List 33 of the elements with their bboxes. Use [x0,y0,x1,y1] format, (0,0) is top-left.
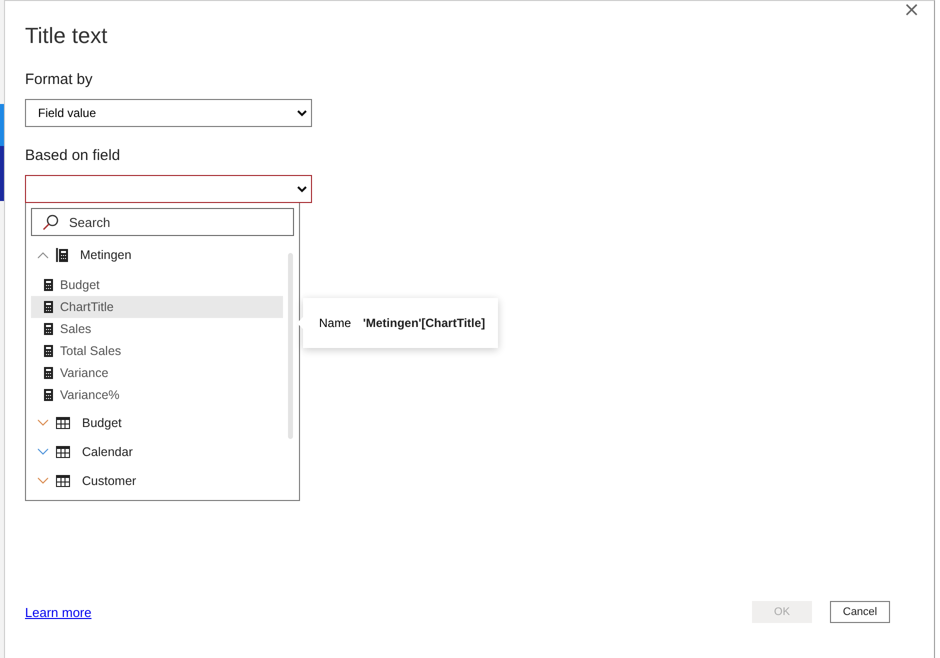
calculator-icon [44,323,53,335]
field-item[interactable]: Variance [31,362,283,384]
format-by-dropdown[interactable]: Field value [25,99,312,127]
tooltip-value: 'Metingen'[ChartTitle] [363,316,486,330]
chevron-down-icon [297,186,307,192]
dialog-title: Title text [25,23,108,49]
tree-group[interactable]: Customer [31,466,294,495]
cancel-button[interactable]: Cancel [830,601,890,623]
close-button[interactable]: × [903,0,920,21]
field-label: Format by [25,71,94,88]
field-item[interactable]: Variance% [31,384,283,406]
table-icon [56,446,70,458]
field-label: Based on field [25,147,122,164]
field-dropdown[interactable] [25,175,312,203]
tree-group[interactable]: Budget [31,408,294,437]
table-icon [56,416,70,428]
calculator-icon [44,345,53,357]
chevron-down-icon [297,110,307,116]
calculator-icon [44,367,53,379]
field-item[interactable]: Sales [31,318,283,340]
table-icon [56,474,70,486]
calculator-icon [44,301,53,313]
tree-group[interactable]: Calendar [31,437,294,466]
calculator-icon [44,279,53,291]
calculator-icon [44,389,53,401]
scrollbar[interactable] [288,253,293,439]
tooltip-label: Name [319,316,352,330]
field-item[interactable]: ChartTitle [31,296,283,318]
field-item[interactable]: Total Sales [31,340,283,362]
learn-more-link[interactable]: Learn more [25,604,92,620]
search-field[interactable]: Search [31,208,294,236]
search-icon [42,214,59,230]
calculator-icon [56,248,68,262]
